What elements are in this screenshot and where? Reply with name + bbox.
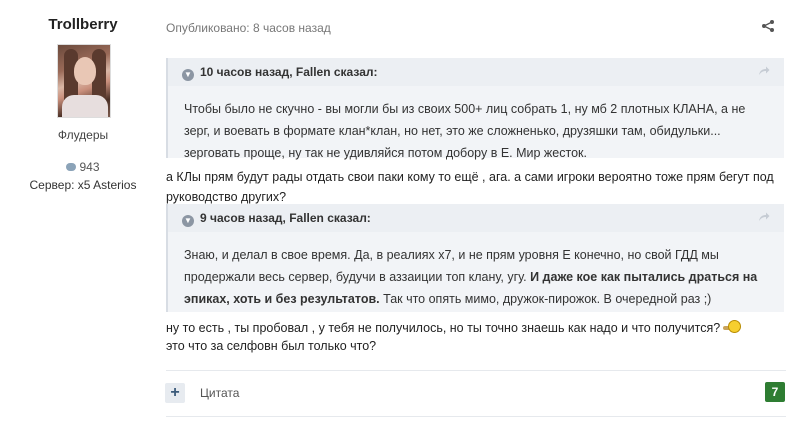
quote-header[interactable]: ▼ 10 часов назад, Fallen сказал: [168, 58, 784, 86]
reputation-badge[interactable]: 7 [765, 382, 785, 402]
quote-block: ▼ 9 часов назад, Fallen сказал: Знаю, и д… [166, 204, 784, 312]
quote-header-text: 9 часов назад, Fallen сказал: [200, 211, 371, 225]
reply-text: это что за селфовн был только что? [166, 339, 377, 353]
quote-link-icon[interactable] [758, 212, 770, 222]
divider [166, 370, 786, 371]
author-name[interactable]: Trollberry [0, 16, 166, 33]
avatar-face [74, 57, 96, 85]
multiquote-add-button[interactable]: + [165, 383, 185, 403]
quote-block: ▼ 10 часов назад, Fallen сказал: Чтобы бы… [166, 58, 784, 160]
chevron-down-icon[interactable]: ▼ [182, 69, 194, 81]
comment-bubble-icon [66, 163, 77, 171]
quote-body-part: Так что опять мимо, дружок-пирожок. В оч… [379, 292, 712, 306]
user-server: Сервер: x5 Asterios [29, 178, 137, 192]
avatar-dress [62, 95, 108, 117]
chevron-down-icon[interactable]: ▼ [182, 215, 194, 227]
pointing-smiley-icon [723, 320, 742, 335]
avatar[interactable] [57, 44, 111, 118]
share-icon[interactable] [761, 19, 775, 33]
post-count: 943 [0, 160, 166, 174]
post-timestamp[interactable]: Опубликовано: 8 часов назад [166, 21, 331, 35]
quote-header[interactable]: ▼ 9 часов назад, Fallen сказал: [168, 204, 784, 232]
quote-header-text: 10 часов назад, Fallen сказал: [200, 65, 378, 79]
reply-text: а КЛы прям будут рады отдать свои паки к… [166, 170, 774, 204]
reply-text-line: ну то есть , ты пробовал , у тебя не пол… [166, 321, 721, 335]
quote-body: Чтобы было не скучно - вы могли бы из св… [184, 102, 746, 160]
quote-link-icon[interactable] [758, 66, 770, 76]
user-group: Флудеры [57, 128, 109, 142]
divider [166, 416, 786, 417]
quote-body: Знаю, и делал в свое время. Да, в реалия… [168, 232, 784, 320]
post-count-value: 943 [79, 160, 100, 174]
quote-button[interactable]: Цитата [200, 386, 239, 400]
reply-text: ну то есть , ты пробовал , у тебя не пол… [166, 318, 786, 338]
author-panel: Trollberry Флудеры 943 Сервер: x5 Asteri… [0, 0, 166, 424]
